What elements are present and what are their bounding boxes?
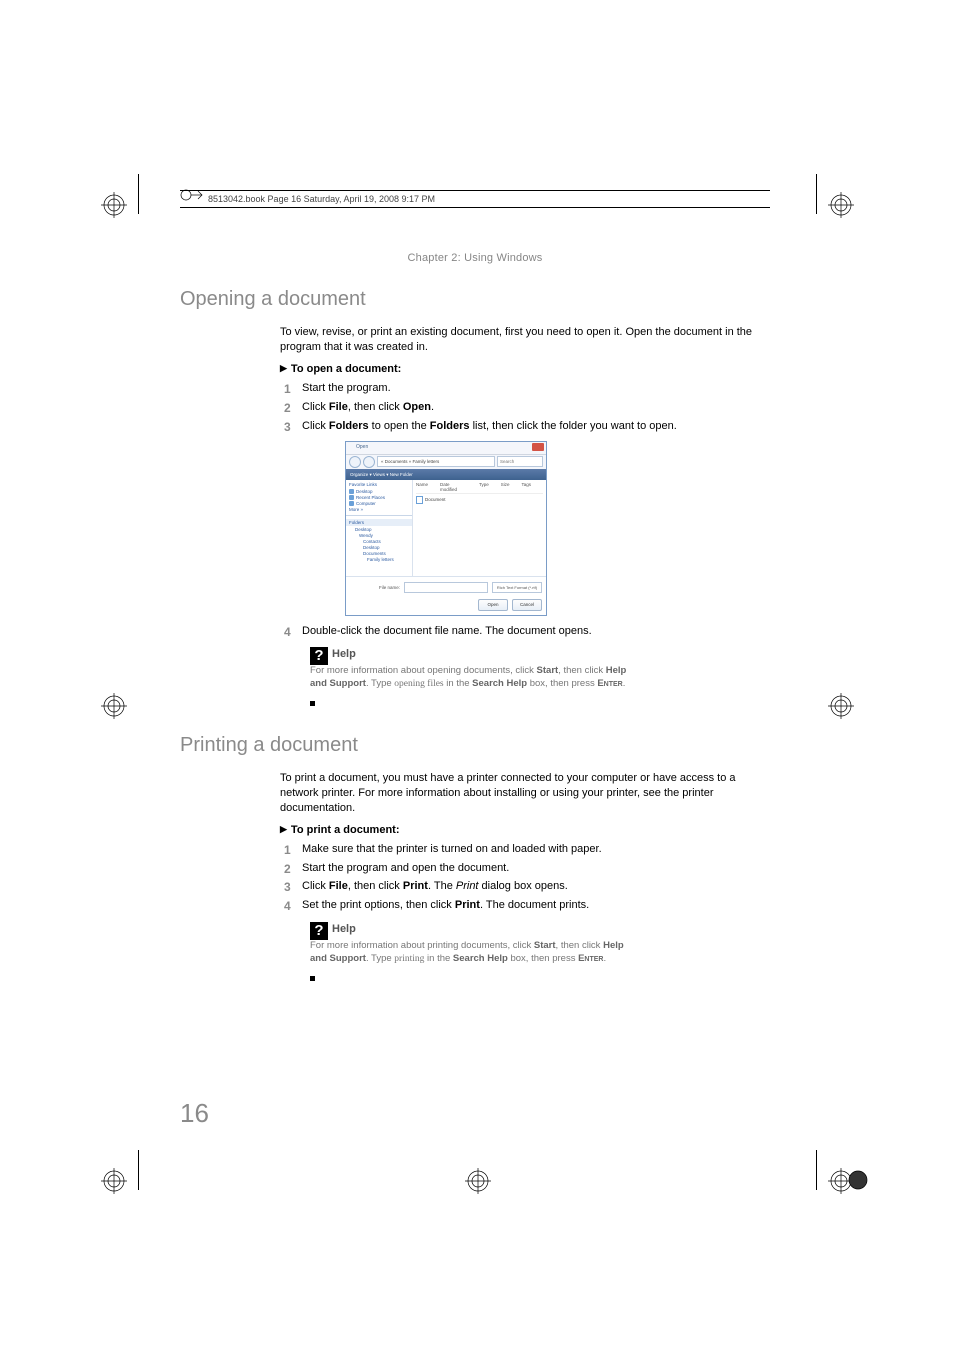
dialog-toolbar[interactable]: Organize ▾ Views ▾ New Folder	[346, 469, 546, 480]
step-3: 3Click Folders to open the Folders list,…	[280, 419, 770, 435]
sidebar-item[interactable]: Desktop	[349, 489, 409, 494]
document-icon	[416, 496, 423, 504]
help-block-1: ?Help For more information about opening…	[310, 647, 640, 691]
crop-mark-icon	[828, 693, 854, 719]
dialog-file-list: Name Date modified Type Size Tags Docume…	[413, 480, 546, 576]
help-icon: ?	[310, 922, 328, 940]
section1-intro: To view, revise, or print an existing do…	[180, 325, 770, 355]
open-button[interactable]: Open	[478, 599, 508, 611]
step-1: 1Make sure that the printer is turned on…	[280, 842, 770, 858]
tree-item[interactable]: Desktop	[349, 545, 409, 550]
triangle-icon: ▶	[280, 363, 287, 374]
header-arrow-icon	[180, 185, 204, 205]
cancel-button[interactable]: Cancel	[512, 599, 542, 611]
filename-input[interactable]	[404, 582, 488, 593]
procedure-title-open: ▶To open a document:	[280, 363, 770, 375]
step-2: 2Click File, then click Open.	[280, 400, 770, 416]
chapter-title: Chapter 2: Using Windows	[180, 252, 770, 264]
sidebar-more[interactable]: More »	[349, 507, 409, 512]
tree-item[interactable]: Wendy	[349, 533, 409, 538]
step-4: 4Set the print options, then click Print…	[280, 898, 770, 914]
open-dialog-screenshot: Open « Documents » Family letters Search…	[345, 441, 547, 616]
crop-mark-icon	[828, 192, 854, 218]
sidebar-item[interactable]: Computer	[349, 501, 409, 506]
running-header: 8513042.book Page 16 Saturday, April 19,…	[180, 190, 770, 208]
tree-item[interactable]: Desktop	[349, 527, 409, 532]
search-input[interactable]: Search	[497, 456, 543, 467]
step-3: 3Click File, then click Print. The Print…	[280, 879, 770, 895]
crop-rule	[816, 174, 817, 214]
end-square-icon	[310, 701, 315, 706]
steps-open: 1Start the program. 2Click File, then cl…	[180, 381, 770, 435]
step-1: 1Start the program.	[280, 381, 770, 397]
filter-dropdown[interactable]: Rich Text Format (*.rtf)	[492, 582, 542, 593]
dialog-title: Open	[356, 444, 368, 450]
crop-mark-icon	[465, 1168, 491, 1194]
tree-item[interactable]: Family letters	[349, 557, 409, 562]
section-heading-opening: Opening a document	[180, 288, 770, 311]
folders-header[interactable]: Folders	[346, 519, 412, 526]
crop-rule	[138, 174, 139, 214]
close-icon[interactable]	[532, 443, 544, 451]
computer-icon	[349, 501, 354, 506]
crop-rule	[138, 1150, 139, 1190]
tree-item[interactable]: Contacts	[349, 539, 409, 544]
section2-intro: To print a document, you must have a pri…	[180, 771, 770, 816]
sidebar-item[interactable]: Recent Places	[349, 495, 409, 500]
folder-icon	[349, 495, 354, 500]
tree-item[interactable]: Documents	[349, 551, 409, 556]
crop-mark-icon	[101, 1168, 127, 1194]
nav-forward-icon[interactable]	[363, 456, 375, 468]
crop-mark-icon	[101, 693, 127, 719]
procedure-title-print: ▶To print a document:	[280, 824, 770, 836]
step-2: 2Start the program and open the document…	[280, 861, 770, 877]
header-text: 8513042.book Page 16 Saturday, April 19,…	[208, 194, 435, 204]
triangle-icon: ▶	[280, 824, 287, 835]
folder-icon	[349, 489, 354, 494]
step-4: 4Double-click the document file name. Th…	[280, 624, 770, 640]
breadcrumb[interactable]: « Documents » Family letters	[377, 456, 495, 467]
steps-open-cont: 4Double-click the document file name. Th…	[180, 624, 770, 640]
favorites-header: Favorite Links	[349, 482, 409, 487]
column-headers[interactable]: Name Date modified Type Size Tags	[416, 482, 543, 494]
section-heading-printing: Printing a document	[180, 734, 770, 757]
help-icon: ?	[310, 647, 328, 665]
crop-dot-icon	[845, 1167, 871, 1193]
steps-print: 1Make sure that the printer is turned on…	[180, 842, 770, 915]
end-square-icon	[310, 976, 315, 981]
dialog-sidebar: Favorite Links Desktop Recent Places Com…	[346, 480, 413, 576]
filename-label: File name:	[350, 585, 400, 590]
page-number: 16	[180, 1098, 209, 1129]
file-item[interactable]: Document	[416, 496, 543, 504]
help-block-2: ?Help For more information about printin…	[310, 922, 640, 966]
crop-mark-icon	[101, 192, 127, 218]
nav-back-icon[interactable]	[349, 456, 361, 468]
crop-rule	[816, 1150, 817, 1190]
